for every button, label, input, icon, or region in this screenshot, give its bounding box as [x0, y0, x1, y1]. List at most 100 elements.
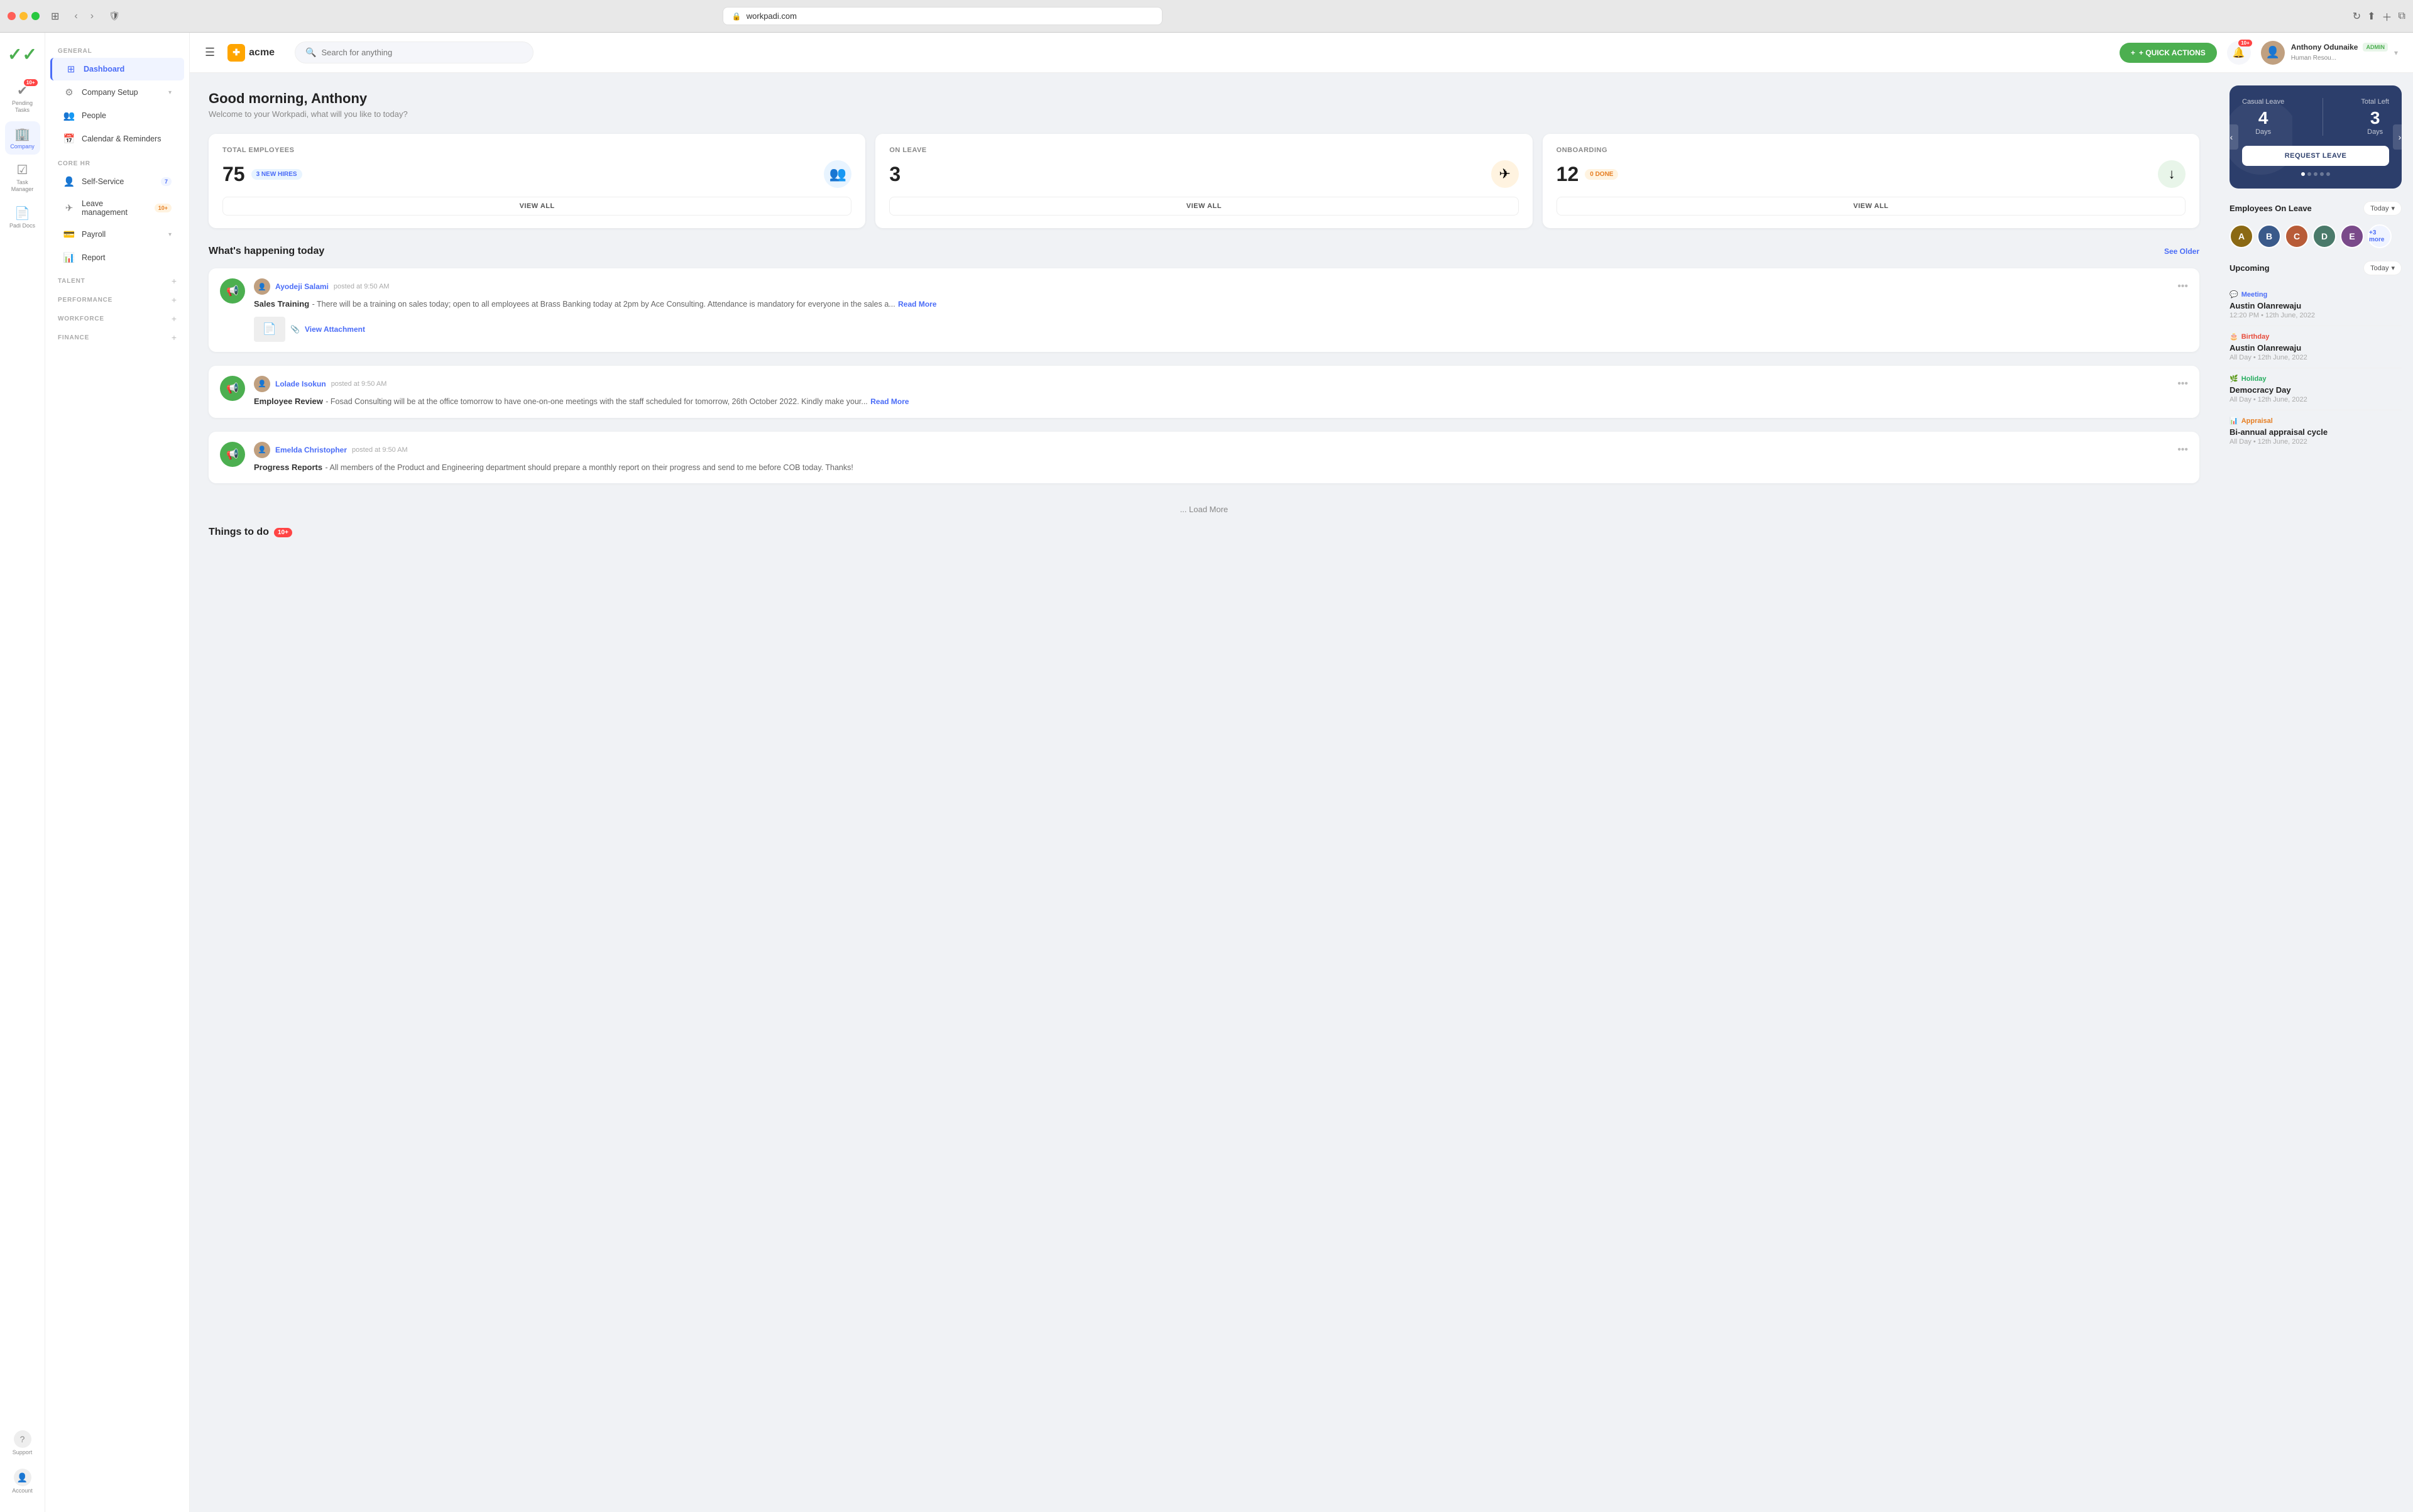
load-more-button[interactable]: ... Load More [209, 497, 2199, 522]
feed-body-0: Sales Training - There will be a trainin… [254, 299, 2188, 310]
upcoming-time-1: All Day • 12th June, 2022 [2230, 354, 2402, 361]
employees-leave-row: A B C D E +3 more [2230, 224, 2402, 248]
view-all-employees-button[interactable]: VIEW ALL [222, 197, 851, 216]
leave-card-next-button[interactable]: › [2393, 124, 2402, 150]
employee-avatar-4: E [2340, 224, 2364, 248]
employees-icon: 👥 [824, 160, 851, 188]
quick-actions-button[interactable]: + + QUICK ACTIONS [2120, 43, 2217, 63]
see-older-link[interactable]: See Older [2164, 247, 2199, 256]
quick-actions-label: + QUICK ACTIONS [2139, 48, 2206, 57]
payroll-chevron-icon: ▾ [168, 231, 172, 238]
feed-read-more-0[interactable]: Read More [898, 300, 936, 309]
sidebar-performance-section[interactable]: PERFORMANCE + [45, 288, 189, 307]
feed-more-icon-1[interactable]: ••• [2177, 378, 2188, 390]
rail-label-pending: Pending Tasks [8, 100, 38, 114]
appraisal-icon: 📊 [2230, 417, 2238, 425]
stat-badge-new-hires: 3 NEW HIRES [251, 169, 302, 180]
more-employees-badge[interactable]: +3 more [2368, 224, 2392, 248]
feed-item-2: 📢 👤 Emelda Christopher posted at 9:50 AM… [209, 432, 2199, 484]
rail-item-support[interactable]: ? Support [5, 1425, 40, 1461]
request-leave-button[interactable]: REQUEST LEAVE [2242, 146, 2389, 166]
rail-item-task-manager[interactable]: ☑ Task Manager [5, 157, 40, 198]
upcoming-time-0: 12:20 PM • 12th June, 2022 [2230, 312, 2402, 319]
leave-card-prev-button[interactable]: ‹ [2230, 124, 2238, 150]
sidebar-finance-section[interactable]: FINANCE + [45, 326, 189, 345]
user-avatar-initials: 👤 [2266, 46, 2280, 59]
view-all-leave-button[interactable]: VIEW ALL [889, 197, 1518, 216]
holiday-label: Holiday [2241, 375, 2267, 383]
refresh-icon[interactable]: ↻ [2353, 10, 2361, 23]
leave-type-section: Casual Leave 4 Days [2242, 98, 2284, 136]
admin-badge: ADMIN [2363, 43, 2388, 52]
back-icon[interactable]: ‹ [70, 9, 81, 23]
feed-more-icon-2[interactable]: ••• [2177, 444, 2188, 456]
feed-read-more-1[interactable]: Read More [870, 397, 909, 406]
sidebar-item-company-setup[interactable]: ⚙ Company Setup ▾ [50, 81, 184, 104]
maximize-button[interactable] [31, 12, 40, 20]
feed-poster-0: Ayodeji Salami [275, 282, 329, 291]
topbar-right: + + QUICK ACTIONS 🔔 10+ 👤 Anthony Odunai… [2120, 41, 2398, 65]
sidebar-workforce-section[interactable]: WORKFORCE + [45, 307, 189, 326]
forward-icon[interactable]: › [87, 9, 97, 23]
rail-item-account[interactable]: 👤 Account [5, 1464, 40, 1499]
sidebar-item-leave-management[interactable]: ✈ Leave management 10+ [50, 194, 184, 222]
stat-value-leave: 3 [889, 163, 900, 186]
stat-card-on-leave: On leave 3 ✈ VIEW ALL [875, 134, 1532, 228]
feed-more-icon-0[interactable]: ••• [2177, 281, 2188, 292]
sidebar-item-people[interactable]: 👥 People [50, 104, 184, 127]
feed-post-title-1: Employee Review [254, 397, 323, 406]
notification-button[interactable]: 🔔 10+ [2227, 41, 2251, 65]
sidebar-item-dashboard[interactable]: ⊞ Dashboard [50, 58, 184, 80]
report-icon: 📊 [63, 252, 75, 263]
finance-expand-icon: + [172, 332, 177, 342]
employees-filter-label: Today [2370, 205, 2388, 212]
sidebar-talent-section[interactable]: TALENT + [45, 270, 189, 288]
on-leave-icon: ✈ [1491, 160, 1519, 188]
sidebar-item-payroll[interactable]: 💳 Payroll ▾ [50, 223, 184, 246]
hamburger-icon[interactable]: ☰ [205, 46, 215, 59]
upcoming-type-holiday: 🌿 Holiday [2230, 375, 2402, 383]
user-profile[interactable]: 👤 Anthony Odunaike ADMIN Human Resou... … [2261, 41, 2398, 65]
rail-item-company[interactable]: 🏢 Company [5, 121, 40, 155]
leave-dot-3 [2320, 172, 2324, 176]
feed-meta-2: 👤 Emelda Christopher posted at 9:50 AM •… [254, 442, 2188, 458]
rail-item-padi-docs[interactable]: 📄 Padi Docs [5, 200, 40, 234]
feed-post-title-0: Sales Training [254, 299, 309, 309]
self-service-icon: 👤 [63, 176, 75, 187]
sidebar-item-report[interactable]: 📊 Report [50, 246, 184, 269]
browser-chrome: ⊞ ‹ › 🛡 🔒 workpadi.com ↻ ⬆ ＋ ⧉ [0, 0, 2413, 33]
sidebar-item-calendar[interactable]: 📅 Calendar & Reminders [50, 128, 184, 150]
feed-time-0: posted at 9:50 AM [334, 283, 390, 290]
search-input[interactable] [322, 48, 523, 57]
copy-icon[interactable]: ⧉ [2399, 11, 2405, 22]
minimize-button[interactable] [19, 12, 28, 20]
search-bar[interactable]: 🔍 [295, 41, 533, 63]
topbar: ☰ ✚ acme 🔍 + + QUICK ACTIONS 🔔 10+ [190, 33, 2413, 73]
company-icon: 🏢 [14, 126, 30, 142]
rail-item-pending-tasks[interactable]: 10+ ✔ Pending Tasks [5, 78, 40, 119]
people-icon: 👥 [63, 110, 75, 121]
stat-value-onboarding: 12 [1557, 163, 1579, 186]
onboarding-icon: ↓ [2158, 160, 2186, 188]
share-icon[interactable]: ⬆ [2367, 10, 2375, 23]
feed-meta-1: 👤 Lolade Isokun posted at 9:50 AM ••• [254, 376, 2188, 392]
stat-value-employees: 75 [222, 163, 245, 186]
upcoming-filter-dropdown[interactable]: Today ▾ [2363, 261, 2402, 275]
employees-filter-dropdown[interactable]: Today ▾ [2363, 201, 2402, 216]
close-button[interactable] [8, 12, 16, 20]
sidebar-toggle-icon[interactable]: ⊞ [47, 9, 63, 24]
meeting-label: Meeting [2241, 291, 2268, 299]
task-manager-icon: ☑ [17, 162, 28, 178]
sidebar-item-self-service[interactable]: 👤 Self-Service 7 [50, 170, 184, 193]
view-all-onboarding-button[interactable]: VIEW ALL [1557, 197, 2186, 216]
birthday-icon: 🎂 [2230, 332, 2238, 341]
address-bar[interactable]: 🔒 workpadi.com [723, 7, 1163, 25]
feed-attachment-0[interactable]: 📄 📎 View Attachment [254, 317, 2188, 342]
sidebar-label-dashboard: Dashboard [84, 65, 172, 74]
greeting-subtitle: Welcome to your Workpadi, what will you … [209, 109, 2199, 119]
stat-card-employees: Total Employees 75 3 NEW HIRES 👥 VIEW AL… [209, 134, 865, 228]
feed-thumb-0: 📄 [254, 317, 285, 342]
new-tab-icon[interactable]: ＋ [2382, 9, 2392, 24]
feed-poster-2: Emelda Christopher [275, 446, 347, 454]
user-info: Anthony Odunaike ADMIN Human Resou... [2291, 43, 2388, 63]
